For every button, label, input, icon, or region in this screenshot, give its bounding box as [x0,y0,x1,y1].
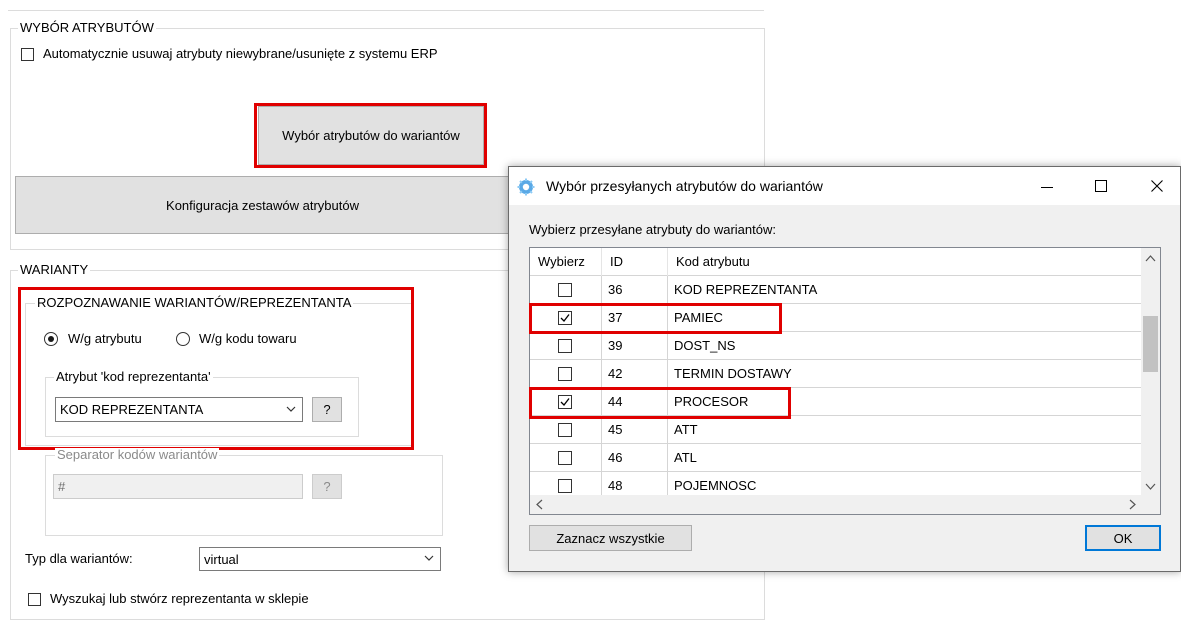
row-id-cell: 46 [602,444,668,471]
attrs-dialog: Wybór przesyłanych atrybutów do wariantó… [508,166,1181,572]
dialog-titlebar[interactable]: Wybór przesyłanych atrybutów do wariantó… [509,167,1180,205]
attr-sets-button[interactable]: Konfiguracja zestawów atrybutów [15,176,510,234]
scroll-down-icon[interactable] [1145,483,1156,491]
col-header-id[interactable]: ID [602,248,668,276]
scroll-up-icon[interactable] [1145,254,1156,262]
separator-group-title: Separator kodów wariantów [55,447,220,462]
find-create-label[interactable]: Wyszukaj lub stwórz reprezentanta w skle… [50,591,309,607]
scroll-corner [1141,495,1160,514]
highlight-row-procesor [529,387,791,419]
row-id-cell: 39 [602,332,668,359]
row-select-checkbox[interactable] [558,451,572,465]
row-select-cell [530,416,602,443]
separator-input-value: # [58,479,66,494]
separator-help-button[interactable]: ? [312,474,342,499]
select-all-button[interactable]: Zaznacz wszystkie [529,525,692,551]
row-code-cell: TERMIN DOSTAWY [674,366,792,381]
attr-selection-group-title: WYBÓR ATRYBUTÓW [18,20,156,35]
highlight-recognition-group [18,287,414,450]
variant-type-select[interactable]: virtual [199,547,441,571]
minimize-icon[interactable] [1041,181,1053,193]
table-row[interactable]: 39 DOST_NS [530,332,1142,360]
row-select-checkbox[interactable] [558,339,572,353]
row-select-cell [530,332,602,359]
table-row[interactable]: 46 ATL [530,444,1142,472]
row-code-cell: KOD REPREZENTANTA [674,282,818,297]
row-code-cell: ATT [674,422,698,437]
auto-remove-checkbox[interactable] [21,48,34,61]
variant-type-label: Typ dla wariantów: [25,551,133,566]
chevron-down-icon [424,555,434,561]
table-row[interactable]: 36 KOD REPREZENTANTA [530,276,1142,304]
find-create-checkbox[interactable] [28,593,41,606]
dialog-instruction: Wybierz przesyłane atrybuty do wariantów… [529,222,776,237]
row-select-checkbox[interactable] [558,283,572,297]
highlight-row-pamiec [529,303,782,334]
attrs-grid: Wybierz ID Kod atrybutu 36 KOD REPREZENTA… [529,247,1161,515]
grid-vertical-scrollbar[interactable] [1141,248,1160,495]
row-id-cell: 36 [602,276,668,303]
variant-type-select-value: virtual [204,551,239,567]
ok-button[interactable]: OK [1085,525,1161,551]
close-icon[interactable] [1151,180,1163,192]
top-divider [8,10,764,11]
row-select-checkbox[interactable] [558,479,572,493]
grid-horizontal-scrollbar[interactable] [530,495,1142,514]
scroll-thumb[interactable] [1143,316,1158,372]
col-header-select[interactable]: Wybierz [530,248,602,276]
separator-input[interactable]: # [53,474,303,499]
app-gear-icon [517,178,535,196]
row-id-cell: 45 [602,416,668,443]
scroll-left-icon[interactable] [535,499,543,510]
highlight-variant-attrs-button [254,103,487,168]
row-select-checkbox[interactable] [558,367,572,381]
row-code-cell: ATL [674,450,697,465]
row-select-cell [530,360,602,387]
grid-header: Wybierz ID Kod atrybutu [530,248,1142,276]
auto-remove-label[interactable]: Automatycznie usuwaj atrybuty niewybrane… [43,46,438,62]
table-row[interactable]: 45 ATT [530,416,1142,444]
dialog-title: Wybór przesyłanych atrybutów do wariantó… [546,178,823,194]
row-code-cell: DOST_NS [674,338,736,353]
variants-group-title: WARIANTY [18,262,91,277]
row-select-cell [530,276,602,303]
scroll-right-icon[interactable] [1129,499,1137,510]
row-select-checkbox[interactable] [558,423,572,437]
row-id-cell: 42 [602,360,668,387]
table-row[interactable]: 42 TERMIN DOSTAWY [530,360,1142,388]
col-header-code[interactable]: Kod atrybutu [668,248,1142,276]
row-select-cell [530,444,602,471]
maximize-icon[interactable] [1095,180,1107,192]
